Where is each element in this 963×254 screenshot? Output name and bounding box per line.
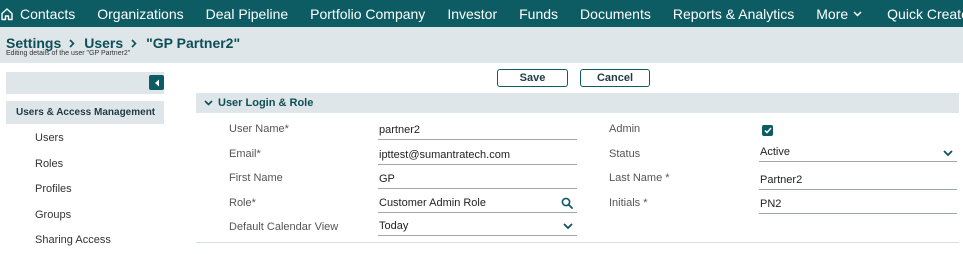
admin-label: Admin <box>609 123 641 135</box>
caret-left-icon <box>154 79 159 86</box>
search-icon[interactable] <box>561 197 573 209</box>
email-field[interactable]: ipttest@sumantratech.com <box>378 148 577 165</box>
nav-portfolio-company[interactable]: Portfolio Company <box>299 0 436 27</box>
breadcrumb-settings[interactable]: Settings <box>6 35 61 51</box>
default-calendar-view-select[interactable]: Today <box>378 219 577 236</box>
chevron-down-icon <box>204 100 213 106</box>
sidebar-item-roles[interactable]: Roles <box>6 152 164 178</box>
chevron-down-icon <box>943 150 953 157</box>
checkmark-icon <box>763 127 772 134</box>
default-calendar-view-label: Default Calendar View <box>229 221 339 233</box>
breadcrumb-users[interactable]: Users <box>84 35 123 51</box>
sidebar-item-sharing-access[interactable]: Sharing Access <box>6 228 164 254</box>
chevron-right-icon <box>131 35 137 51</box>
nav-more[interactable]: More <box>805 0 873 27</box>
first-name-label: First Name <box>229 172 283 184</box>
breadcrumb-current: "GP Partner2" <box>146 35 241 51</box>
sidebar-group-users-access[interactable]: Users & Access Management <box>6 101 164 124</box>
status-value: Active <box>760 146 790 158</box>
nav-documents[interactable]: Documents <box>569 0 662 27</box>
role-value: Customer Admin Role <box>379 197 486 209</box>
sidebar: Users & Access Management Users Roles Pr… <box>6 72 164 254</box>
chevron-right-icon <box>69 35 75 51</box>
status-select[interactable]: Active <box>759 145 957 162</box>
cancel-button[interactable]: Cancel <box>580 69 650 87</box>
role-field[interactable]: Customer Admin Role <box>378 196 577 213</box>
sidebar-header <box>6 72 164 94</box>
nav-organizations[interactable]: Organizations <box>86 0 194 27</box>
nav-more-label: More <box>816 5 849 22</box>
nav-quick-create[interactable]: Quick Create <box>873 0 963 27</box>
section-title: User Login & Role <box>218 97 314 109</box>
chevron-down-icon <box>563 223 573 230</box>
page-subtitle: Editing details of the user "GP Partner2… <box>6 50 131 57</box>
last-name-field[interactable]: Partner2 <box>759 173 957 190</box>
page-header: Settings Users "GP Partner2" Editing det… <box>0 27 963 63</box>
nav-funds[interactable]: Funds <box>508 0 569 27</box>
initials-field[interactable]: PN2 <box>759 197 957 214</box>
home-icon <box>1 7 13 20</box>
nav-reports-analytics[interactable]: Reports & Analytics <box>662 0 805 27</box>
first-name-field[interactable]: GP <box>378 172 577 189</box>
initials-label: Initials * <box>609 197 648 209</box>
nav-quick-create-label: Quick Create <box>887 5 963 22</box>
nav-deal-pipeline[interactable]: Deal Pipeline <box>195 0 300 27</box>
chevron-down-icon <box>853 10 862 17</box>
home-button[interactable] <box>0 0 14 27</box>
sidebar-item-users[interactable]: Users <box>6 126 164 152</box>
section-header[interactable]: User Login & Role <box>196 93 959 113</box>
admin-checkbox[interactable] <box>762 125 773 136</box>
user-name-label: User Name* <box>229 123 289 135</box>
calendar-value: Today <box>379 220 409 232</box>
save-button[interactable]: Save <box>497 69 568 87</box>
sidebar-item-groups[interactable]: Groups <box>6 203 164 229</box>
status-label: Status <box>609 148 641 160</box>
breadcrumb: Settings Users "GP Partner2" <box>6 35 240 51</box>
user-name-field[interactable]: partner2 <box>378 123 577 140</box>
last-name-label: Last Name * <box>609 172 670 184</box>
role-label: Role* <box>229 197 256 209</box>
nav-contacts[interactable]: Contacts <box>14 0 86 27</box>
nav-investor[interactable]: Investor <box>436 0 508 27</box>
collapse-sidebar-button[interactable] <box>149 75 164 90</box>
sidebar-item-profiles[interactable]: Profiles <box>6 177 164 203</box>
user-login-role-section: User Login & Role User Name* partner2 Em… <box>196 93 959 243</box>
email-label: Email* <box>229 148 261 160</box>
top-nav: Contacts Organizations Deal Pipeline Por… <box>0 0 963 27</box>
